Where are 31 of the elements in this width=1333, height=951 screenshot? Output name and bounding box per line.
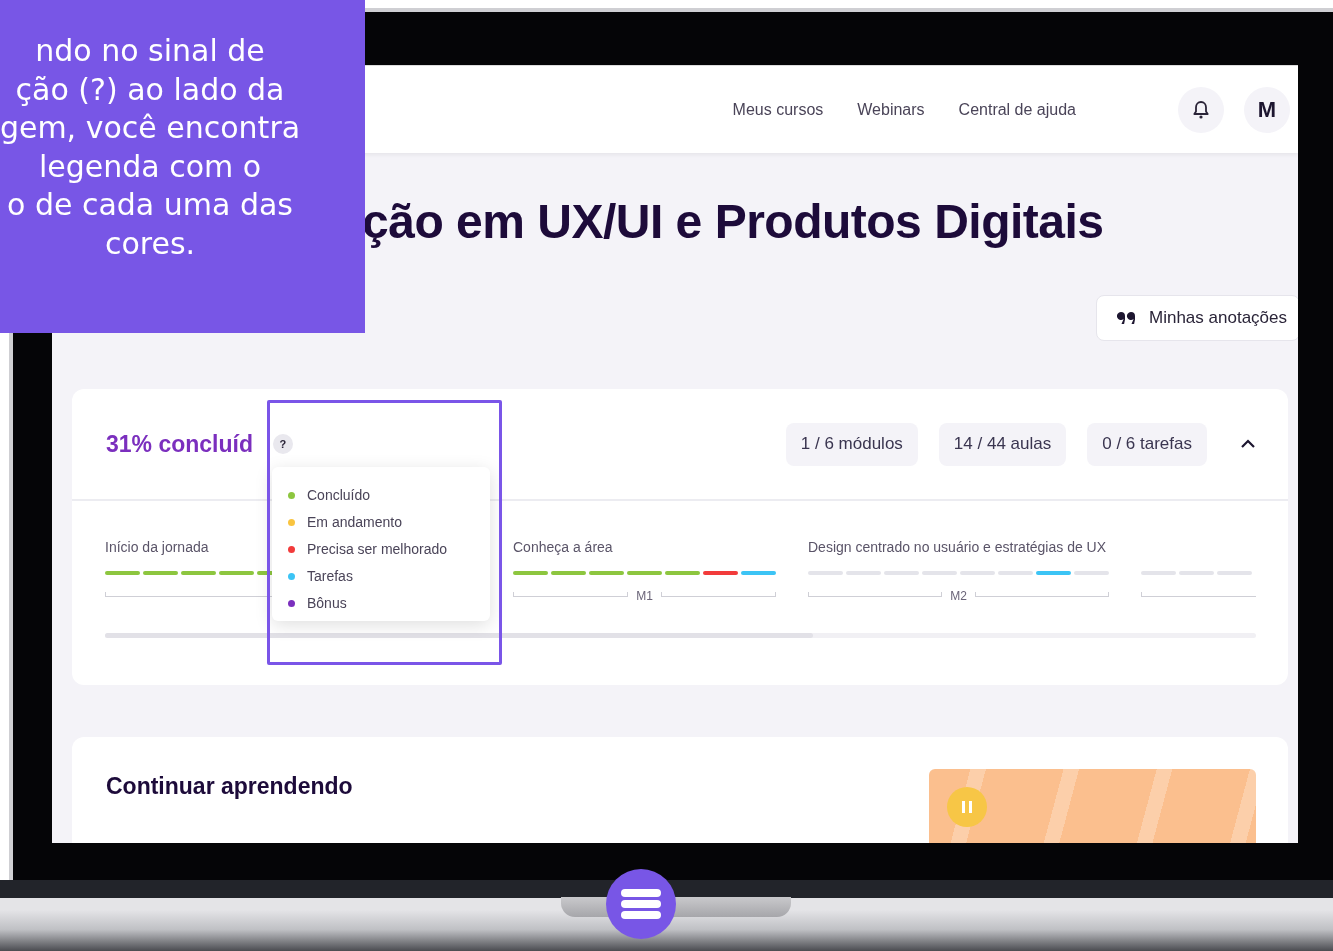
nav-link[interactable]: Central de ajuda (958, 100, 1076, 119)
legend-label: Concluído (307, 487, 371, 503)
module-title: Conheça a área (513, 539, 613, 557)
legend-label: Em andamento (307, 514, 402, 530)
scrollbar[interactable] (105, 633, 1256, 638)
module-label: M2 (950, 589, 967, 603)
nav-link[interactable]: Meus cursos (732, 100, 824, 119)
stat-badge: 14 / 44 aulas (938, 422, 1067, 466)
menu-icon (621, 889, 661, 919)
notifications-button[interactable] (1178, 86, 1224, 133)
bell-icon (1192, 99, 1210, 120)
legend-label: Bônus (307, 595, 347, 611)
callout-text: ndo no sinal de ção (?) ao lado da gem, você encontra legenda com o o de cada uma das cores. (0, 32, 302, 263)
help-button[interactable]: ? (273, 434, 293, 454)
section-title: Continuar aprendendo (106, 773, 353, 801)
stat-badge: 1 / 6 módulos (785, 422, 918, 466)
completion-percentage: 31% concluíd (106, 430, 253, 458)
legend-label: Precisa ser melhorado (307, 541, 448, 557)
user-avatar[interactable]: M (1244, 86, 1290, 133)
module-title: Design centrado no usuário e estratégias de UX (808, 539, 1107, 557)
course-title: ção em UX/UI e Produtos Digitais (362, 197, 1105, 247)
pause-icon[interactable] (947, 787, 987, 827)
chevron-icon[interactable] (1240, 439, 1256, 449)
legend-label: Tarefas (307, 568, 353, 584)
quote-icon (1117, 312, 1135, 324)
scrollbar-thumb[interactable] (105, 633, 813, 638)
module-title: Início da jornada (105, 539, 209, 557)
module-label: M1 (636, 589, 653, 603)
nav-link[interactable]: Webinars (857, 100, 925, 119)
stat-badge: 0 / 6 tarefas (1087, 422, 1207, 466)
notes-button[interactable]: Minhas anotações (1096, 295, 1298, 341)
